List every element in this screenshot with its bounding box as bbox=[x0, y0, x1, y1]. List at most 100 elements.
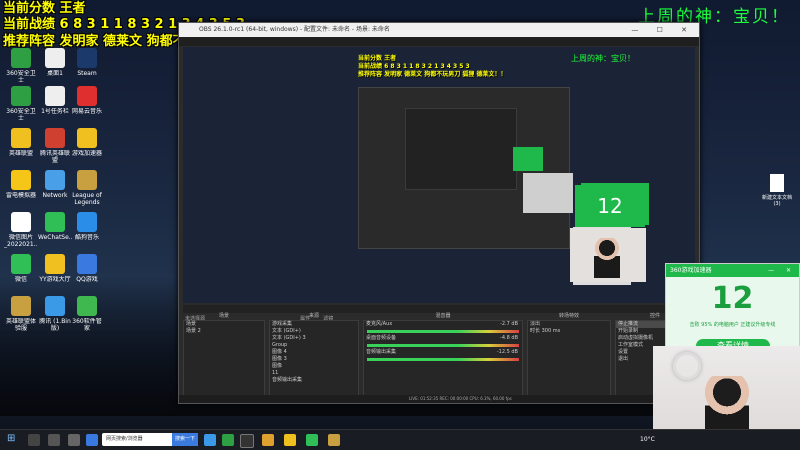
desktop-icon[interactable]: 腾讯 (1.Bin版) bbox=[38, 296, 72, 332]
app-icon bbox=[45, 48, 65, 68]
source-item[interactable]: 游戏采集 bbox=[270, 321, 358, 328]
score-overlay: 当前分数 王者 bbox=[3, 1, 86, 16]
desktop-icon[interactable]: 网易云音乐 bbox=[70, 86, 104, 122]
source-item[interactable]: 音频输出采集 bbox=[270, 377, 358, 384]
lol-icon[interactable] bbox=[328, 434, 340, 446]
desktop-icon[interactable]: 微信 bbox=[4, 254, 38, 290]
transitions-title: 转场特效 bbox=[558, 313, 579, 319]
scene-item[interactable]: 场景 2 bbox=[184, 328, 264, 335]
transitions-dock[interactable]: 淡出 时长 300 ms bbox=[527, 320, 611, 402]
person-mini bbox=[594, 238, 620, 278]
app-icon[interactable] bbox=[204, 434, 216, 446]
desktop-icon[interactable]: 360安全卫士 bbox=[4, 48, 38, 84]
desktop-icon[interactable]: 英雄联盟体验服 bbox=[4, 296, 38, 332]
task-view-icon[interactable] bbox=[48, 434, 60, 446]
source-item[interactable]: 图像 4 bbox=[270, 349, 358, 356]
mixer-channel-name: 音频输出采集 -12.5 dB bbox=[366, 349, 518, 355]
search-icon[interactable] bbox=[28, 434, 40, 446]
obs-icon[interactable] bbox=[240, 434, 254, 448]
transition-duration[interactable]: 时长 300 ms bbox=[528, 328, 610, 335]
accelerator-panel[interactable]: 360游戏加速器 — ✕ 12 击败 95% 的电脑用户 正建议升级专线 查看详… bbox=[665, 263, 800, 353]
desktop-icon[interactable]: YY游戏大厅 bbox=[38, 254, 72, 290]
app-icon bbox=[77, 254, 97, 274]
desktop-icon[interactable]: 360安全卫士 bbox=[4, 86, 38, 122]
desktop-icon-label: 英雄联盟 bbox=[8, 150, 33, 157]
mixer-dock[interactable]: 麦克风/Aux -2.7 dB 桌面音频设备 -4.8 dB 音频输出采集 -12.5… bbox=[363, 320, 523, 402]
obs-menubar[interactable] bbox=[179, 37, 699, 46]
desktop-icon[interactable]: Network bbox=[38, 170, 72, 206]
desktop-icon-label: 腾讯英雄联盟 bbox=[39, 150, 70, 164]
desktop-icon[interactable]: QQ游戏 bbox=[70, 254, 104, 290]
browser-icon[interactable] bbox=[68, 434, 80, 446]
source-item[interactable]: 11 bbox=[270, 370, 358, 377]
mixer-title: 混音器 bbox=[435, 313, 451, 319]
panel-header: 360游戏加速器 — ✕ bbox=[666, 264, 799, 277]
preview-toolbar: 未选择源 属性 滤镜 bbox=[183, 305, 695, 322]
scenes-dock[interactable]: 场景 场景 2 bbox=[183, 320, 265, 402]
panel-controls[interactable]: — ✕ bbox=[768, 264, 796, 277]
desktop-icon[interactable]: League of Legends bbox=[70, 170, 104, 206]
desktop-icon[interactable]: 腾讯英雄联盟 bbox=[38, 128, 72, 164]
source-item[interactable]: 文本 (GDI+) 3 bbox=[270, 335, 358, 342]
preview-overlay-text: 当前分数 王者 当前战绩 6 8 3 1 1 8 3 2 1 3 4 3 5 3… bbox=[358, 55, 506, 79]
scenes-title: 场景 bbox=[218, 313, 229, 319]
desktop-icon[interactable]: WeChatSe... bbox=[38, 212, 72, 248]
preview-line1: 当前分数 王者 bbox=[358, 55, 397, 62]
desktop-icon[interactable]: 英雄联盟 bbox=[4, 128, 38, 164]
search-input[interactable]: 网页搜索/浏览器 搜索一下 bbox=[102, 433, 198, 446]
source-item[interactable]: 文本 (GDI+) bbox=[270, 328, 358, 335]
window-controls[interactable]: — ☐ ✕ bbox=[631, 23, 695, 37]
app-icon bbox=[45, 170, 65, 190]
desktop-icon-label: 360软件管家 bbox=[72, 318, 102, 332]
desktop-icon[interactable]: 桌面1 bbox=[38, 48, 72, 84]
desktop-icon[interactable]: 雷电模拟器 bbox=[4, 170, 38, 206]
scene-item[interactable]: 场景 bbox=[184, 321, 264, 328]
desktop-icon-label: 微信 bbox=[14, 276, 27, 283]
desktop-icon[interactable]: 游戏加速器 bbox=[70, 128, 104, 164]
sources-dock[interactable]: 游戏采集 文本 (GDI+) 文本 (GDI+) 3 Group 图像 4 图像… bbox=[269, 320, 359, 402]
desktop-icon[interactable]: 1号任务栏 bbox=[38, 86, 72, 122]
desktop-icon-label: 游戏加速器 bbox=[71, 150, 102, 157]
file-icon bbox=[770, 174, 784, 192]
ring-light bbox=[673, 352, 701, 380]
app-icon bbox=[77, 128, 97, 148]
taskbar: ⊞ 网页搜索/浏览器 搜索一下 10°C bbox=[0, 429, 800, 450]
app-icon[interactable] bbox=[284, 434, 296, 446]
app-icon bbox=[45, 86, 65, 106]
desktop-icon-label: 酷狗音乐 bbox=[74, 234, 99, 241]
weather-label: 10°C bbox=[640, 436, 655, 443]
obs-titlebar: OBS 26.1.0-rc1 (64-bit, windows) - 配置文件:… bbox=[179, 23, 699, 37]
desktop-icon-label: Steam bbox=[77, 70, 97, 77]
edge-icon[interactable] bbox=[86, 434, 98, 446]
desktop-icon-label: 桌面1 bbox=[47, 70, 63, 77]
desktop-icon-label: League of Legends bbox=[72, 192, 102, 206]
app-icon bbox=[11, 212, 31, 232]
text-file-icon[interactable]: 新建文本文档 (3) bbox=[762, 174, 792, 207]
app-icon[interactable] bbox=[262, 434, 274, 446]
app-icon bbox=[45, 296, 65, 316]
source-item[interactable]: 图像 3 bbox=[270, 356, 358, 363]
start-icon[interactable]: ⊞ bbox=[7, 434, 17, 444]
app-icon bbox=[45, 128, 65, 148]
app-icon bbox=[77, 170, 97, 190]
desktop-icon[interactable]: 360软件管家 bbox=[70, 296, 104, 332]
transition-select[interactable]: 淡出 bbox=[528, 321, 610, 328]
app-icon bbox=[77, 296, 97, 316]
preview-line2: 当前战绩 6 8 3 1 1 8 3 2 1 3 4 3 5 3 bbox=[358, 63, 470, 70]
mixer-meter[interactable] bbox=[367, 330, 519, 333]
source-item[interactable]: 图像 bbox=[270, 363, 358, 370]
desktop-icon-label: 360安全卫士 bbox=[6, 70, 36, 84]
source-item[interactable]: Group bbox=[270, 342, 358, 349]
wechat-icon[interactable] bbox=[306, 434, 318, 446]
obs-statusbar: LIVE: 01:52:35 REC: 00:00:00 CPU: 6.3%, … bbox=[179, 395, 699, 403]
desktop-icon[interactable]: 酷狗音乐 bbox=[70, 212, 104, 248]
app-icon bbox=[77, 48, 97, 68]
desktop-icon-label: 英雄联盟体验服 bbox=[5, 318, 36, 332]
desktop-icon[interactable]: 微信图片_2022021... bbox=[4, 212, 38, 248]
app-icon[interactable] bbox=[222, 434, 234, 446]
app-icon bbox=[11, 254, 31, 274]
search-button[interactable]: 搜索一下 bbox=[172, 433, 198, 446]
desktop-icon[interactable]: Steam bbox=[70, 48, 104, 84]
mixer-meter[interactable] bbox=[367, 358, 519, 361]
mixer-meter[interactable] bbox=[367, 344, 519, 347]
